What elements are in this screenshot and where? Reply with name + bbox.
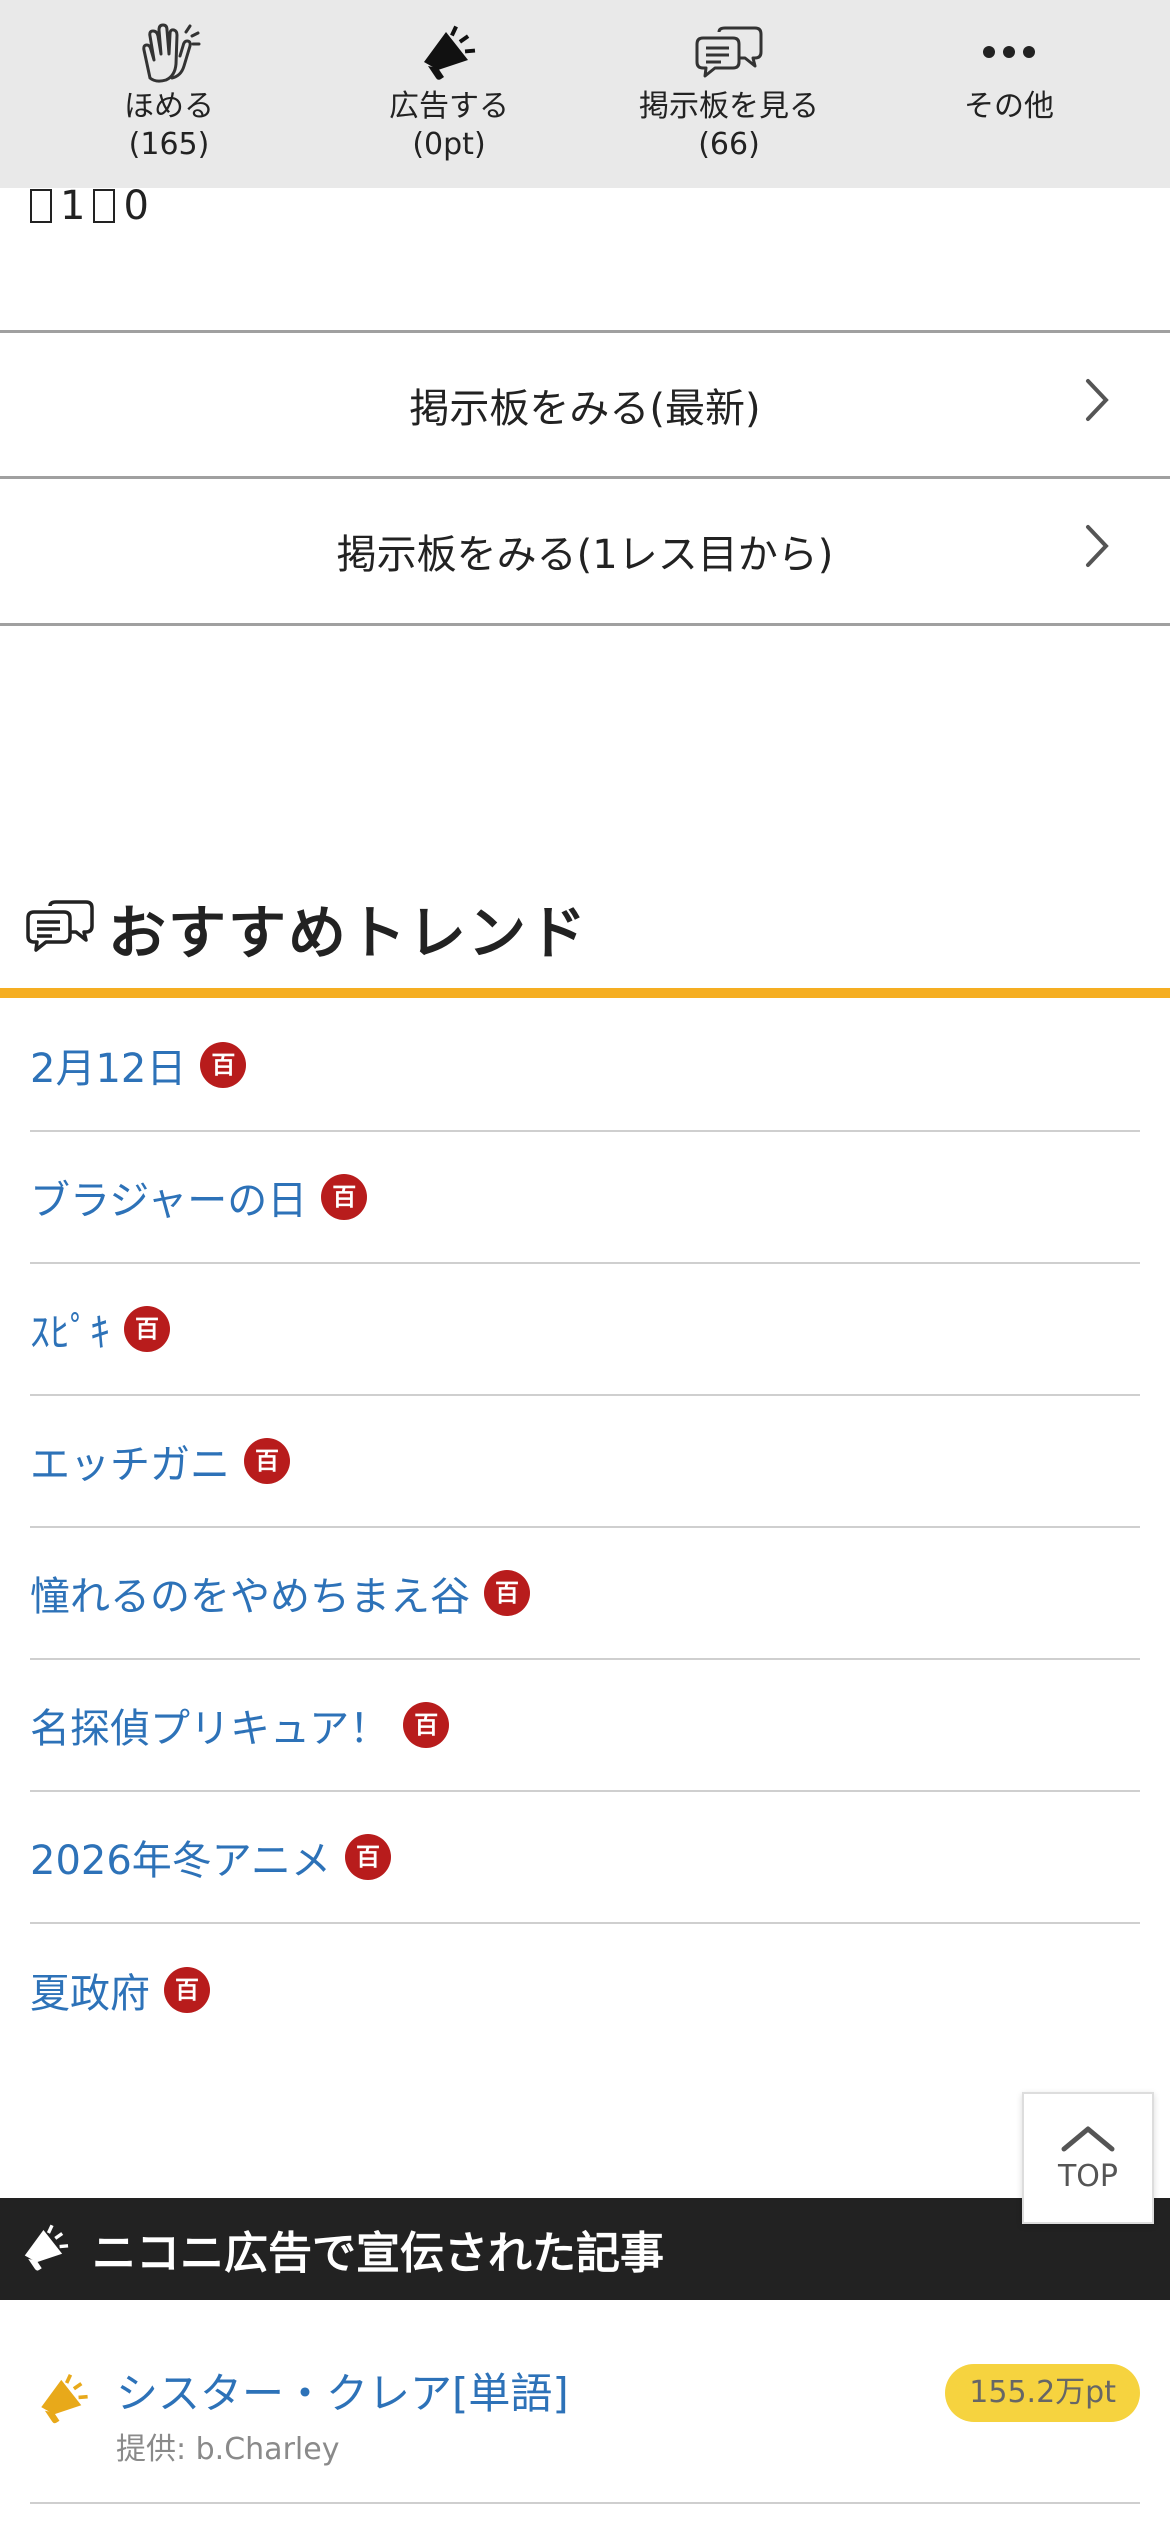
trend-link[interactable]: ｽﾋﾟｷ xyxy=(30,1300,110,1358)
board-link-from-first-label: 掲示板をみる(1レス目から) xyxy=(336,532,834,578)
encyclopedia-badge-icon: 百 xyxy=(244,1438,290,1484)
list-item: 2026年冬アニメ 百 xyxy=(30,1792,1140,1924)
scroll-to-top-label: TOP xyxy=(1057,2158,1119,2194)
trend-link[interactable]: エッチガニ xyxy=(30,1432,230,1490)
list-item: 名探偵プリキュア！ 百 xyxy=(30,1660,1140,1792)
advertise-button[interactable]: 広告する (0pt) xyxy=(309,0,589,188)
nico-ad-section-title: ニコニ広告で宣伝された記事 xyxy=(92,2228,664,2279)
trend-link[interactable]: 2026年冬アニメ xyxy=(30,1828,331,1886)
trend-link[interactable]: 2月12日 xyxy=(30,1036,186,1094)
board-link-from-first[interactable]: 掲示板をみる(1レス目から) xyxy=(0,476,1170,626)
chevron-right-icon xyxy=(1084,377,1110,433)
encyclopedia-badge-text: 百 xyxy=(255,1447,279,1475)
trend-link[interactable]: 憧れるのをやめちまえ谷 xyxy=(30,1564,470,1622)
encyclopedia-badge-text: 百 xyxy=(135,1315,159,1343)
more-dots-icon xyxy=(973,18,1045,86)
trend-section-title: おすすめトレンド xyxy=(108,899,589,967)
nico-ad-section-header: ニコニ広告で宣伝された記事 xyxy=(0,2198,1170,2300)
view-board-count: (66) xyxy=(698,127,760,162)
megaphone-icon xyxy=(18,2219,74,2279)
chevron-right-icon xyxy=(1084,523,1110,579)
action-bar: ほめる (165) 広告する (0pt) 掲示板を見る (66) その他 xyxy=(0,0,1170,188)
chevron-up-icon xyxy=(1060,2123,1116,2157)
megaphone-icon xyxy=(34,2368,94,2432)
nico-ad-points-badge: 155.2万pt xyxy=(945,2364,1140,2422)
board-link-latest-label: 掲示板をみる(最新) xyxy=(409,385,761,432)
list-item: ブラジャーの日 百 xyxy=(30,1132,1140,1264)
trend-link[interactable]: 夏政府 xyxy=(30,1961,150,2019)
encyclopedia-badge-icon: 百 xyxy=(403,1702,450,1748)
praise-button[interactable]: ほめる (165) xyxy=(29,0,309,188)
encyclopedia-badge-text: 百 xyxy=(414,1711,439,1739)
trend-link[interactable]: 名探偵プリキュア！ xyxy=(30,1696,389,1754)
encyclopedia-badge-icon: 百 xyxy=(124,1306,170,1352)
list-item: 夏政府 百 xyxy=(30,1924,1140,2056)
list-item: 2月12日 百 xyxy=(30,1000,1140,1132)
encyclopedia-badge-text: 百 xyxy=(332,1183,357,1211)
advertise-count: (0pt) xyxy=(412,127,486,162)
missing-glyph-icon xyxy=(30,189,52,223)
chat-bubbles-icon xyxy=(693,18,765,86)
encyclopedia-badge-text: 百 xyxy=(211,1051,236,1079)
more-button[interactable]: その他 xyxy=(869,0,1149,188)
view-board-button[interactable]: 掲示板を見る (66) xyxy=(589,0,869,188)
more-label: その他 xyxy=(964,89,1054,124)
nico-ad-item: シスター・クレア[単語] 提供: b.Charley 155.2万pt xyxy=(30,2300,1140,2504)
missing-glyph-icon xyxy=(93,189,116,223)
encyclopedia-badge-text: 百 xyxy=(356,1843,380,1871)
nico-ad-provider: 提供: b.Charley xyxy=(116,2432,340,2467)
list-item: エッチガニ 百 xyxy=(30,1396,1140,1528)
nico-ad-article-link[interactable]: シスター・クレア[単語] xyxy=(116,2360,569,2421)
trend-section-header: おすすめトレンド xyxy=(0,868,1170,998)
megaphone-icon xyxy=(413,18,485,86)
praise-count: (165) xyxy=(128,127,210,162)
list-item: 憧れるのをやめちまえ谷 百 xyxy=(30,1528,1140,1660)
encyclopedia-badge-icon: 百 xyxy=(484,1570,530,1616)
encyclopedia-badge-icon: 百 xyxy=(164,1967,210,2013)
chat-bubbles-icon xyxy=(22,898,98,958)
list-item: ｽﾋﾟｷ 百 xyxy=(30,1264,1140,1396)
praise-label: ほめる xyxy=(124,89,214,124)
view-board-label: 掲示板を見る xyxy=(639,89,819,124)
trend-link[interactable]: ブラジャーの日 xyxy=(30,1168,307,1226)
encyclopedia-badge-icon: 百 xyxy=(321,1174,368,1220)
board-links: 掲示板をみる(最新) 掲示板をみる(1レス目から) xyxy=(0,330,1170,626)
encyclopedia-badge-icon: 百 xyxy=(345,1834,391,1880)
encyclopedia-badge-icon: 百 xyxy=(200,1042,247,1088)
advertise-label: 広告する xyxy=(389,89,509,124)
scroll-to-top-button[interactable]: TOP xyxy=(1022,2092,1154,2224)
clapping-hands-icon xyxy=(133,18,205,86)
encyclopedia-badge-text: 百 xyxy=(175,1976,199,2004)
board-link-latest[interactable]: 掲示板をみる(最新) xyxy=(0,330,1170,476)
encyclopedia-badge-text: 百 xyxy=(495,1579,519,1607)
trend-list: 2月12日 百 ブラジャーの日 百 ｽﾋﾟｷ 百 エッチガニ 百 憧れるのをやめ… xyxy=(30,1000,1140,2056)
